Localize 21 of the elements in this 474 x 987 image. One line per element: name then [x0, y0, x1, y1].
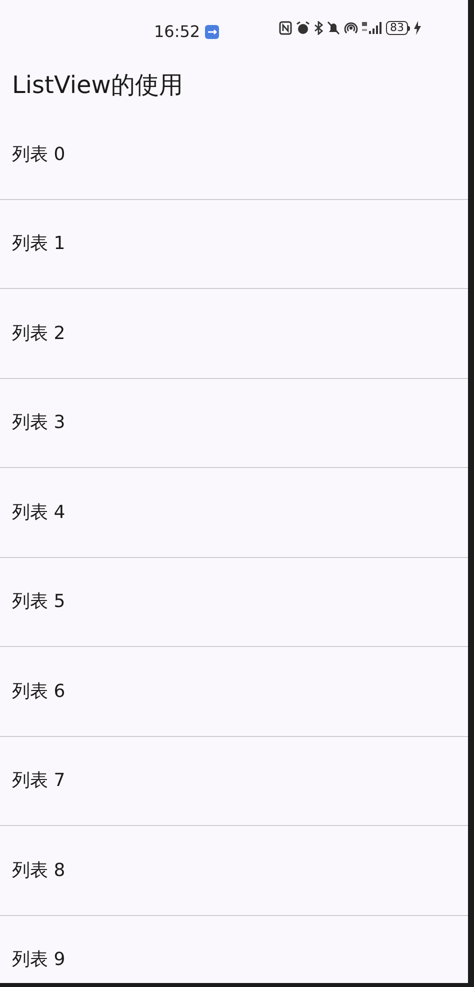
charging-icon — [414, 21, 421, 35]
alarm-icon — [296, 21, 310, 35]
app-bar-title: ListView的使用 — [12, 70, 183, 101]
list-item-label[interactable]: 列表 2 — [12, 320, 66, 347]
nfc-icon — [279, 21, 292, 35]
list-item-label[interactable]: 列表 1 — [12, 230, 66, 258]
battery-icon: 83 — [386, 21, 410, 35]
list-item-label[interactable]: 列表 7 — [12, 767, 66, 794]
bluetooth-icon — [314, 21, 323, 35]
status-time: 16:52 — [154, 21, 200, 43]
list-item-label[interactable]: 列表 8 — [12, 856, 66, 884]
muted-bell-icon — [327, 21, 340, 35]
list-item-label[interactable]: 列表 5 — [12, 588, 66, 616]
list-item-label[interactable]: 列表 9 — [12, 946, 66, 974]
signal-icon — [362, 21, 382, 35]
list-item-label[interactable]: 列表 4 — [12, 498, 66, 526]
hotspot-icon — [344, 21, 358, 35]
list-item-label[interactable]: 列表 3 — [12, 409, 66, 436]
list-item-label[interactable]: 列表 6 — [12, 678, 66, 705]
usb-icon — [205, 25, 220, 39]
list-item-label[interactable]: 列表 0 — [12, 140, 66, 168]
